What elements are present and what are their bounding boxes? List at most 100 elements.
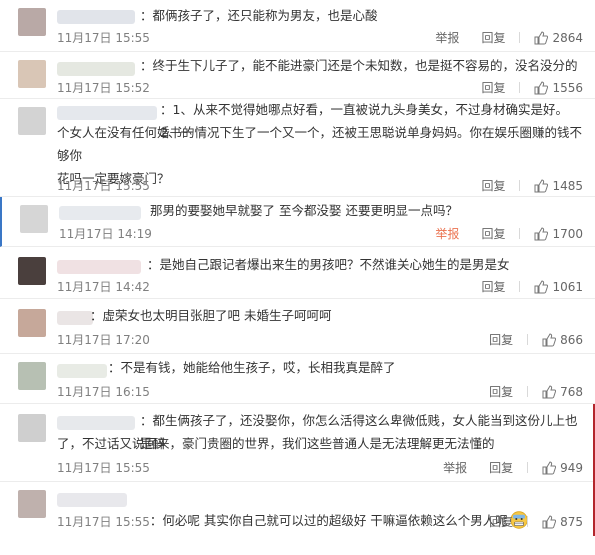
avatar[interactable] [18, 8, 46, 36]
comment-item: ：都生俩孩子了，还没娶你，你怎么活得这么卑微低贱，女人能当到这份儿上也是醉 了，… [0, 404, 595, 482]
username-blurred[interactable] [57, 260, 141, 274]
reply-link[interactable]: 回复 [481, 225, 505, 242]
like-button[interactable]: 768 [542, 385, 583, 399]
username-blurred[interactable] [57, 364, 107, 378]
comment-actions: 回复 1061 [481, 278, 583, 295]
like-count: 949 [560, 460, 583, 475]
comment-text: ：都俩孩子了，还只能称为男友，也是心酸 [140, 8, 378, 23]
comment-text: ：不是有钱，她能给他生孩子，哎，长相我真是醉了 [108, 360, 396, 375]
comment-meta: 11月17日 15:55 举报 回复 2864 [57, 29, 583, 47]
reply-link[interactable]: 回复 [489, 459, 513, 476]
username-blurred[interactable] [57, 416, 135, 430]
comment-item: 那男的要娶她早就娶了 至今都没娶 还要更明显一点吗？ 11月17日 14:19 … [0, 197, 595, 247]
comment-item: ：终于生下儿子了，能不能进豪门还是个未知数，也是挺不容易的，没名没分的 11月1… [0, 52, 595, 99]
like-count: 1700 [552, 226, 583, 241]
comment-actions: 回复 875 [489, 513, 583, 530]
like-button[interactable]: 1061 [534, 280, 583, 294]
avatar[interactable] [18, 490, 46, 518]
comment-actions: 举报 回复 949 [443, 459, 583, 476]
divider [527, 462, 529, 473]
comment-time: 11月17日 14:42 [57, 280, 150, 294]
comment-item: ：都俩孩子了，还只能称为男友，也是心酸 11月17日 15:55 举报 回复 2… [0, 0, 595, 52]
like-button[interactable]: 1556 [534, 81, 583, 95]
comment-time: 11月17日 15:52 [57, 81, 150, 95]
comment-text: ：虚荣女也太明目张胆了吧 未婚生子呵呵呵 [90, 308, 332, 323]
thumbs-up-icon [534, 226, 549, 240]
avatar[interactable] [18, 414, 46, 442]
thumbs-up-icon [542, 332, 557, 346]
like-count: 2864 [552, 30, 583, 45]
comment-actions: 举报 回复 2864 [435, 29, 583, 46]
comment-time: 11月17日 17:20 [57, 333, 150, 347]
comment-meta: 11月17日 15:55 举报 回复 949 [57, 459, 583, 477]
username-blurred[interactable] [57, 10, 135, 24]
reply-link[interactable]: 回复 [481, 79, 505, 96]
divider [519, 228, 521, 239]
avatar[interactable] [20, 205, 48, 233]
comment-meta: 11月17日 15:55 回复 875 [57, 513, 583, 531]
comment-item: ：1、从来不觉得她哪点好看，一直被说九头身美女，不过身材确实是好。2、一 个女人… [0, 99, 595, 197]
comment-meta: 11月17日 15:52 回复 1556 [57, 79, 583, 97]
thumbs-up-icon [534, 30, 549, 44]
avatar[interactable] [18, 107, 46, 135]
comment-meta: 11月17日 17:20 回复 866 [57, 331, 583, 349]
report-link[interactable]: 举报 [443, 459, 467, 476]
thumbs-up-icon [542, 384, 557, 398]
comment-text: ：是她自己跟记者爆出来生的男孩吧？不然谁关心她生的是男是女 [147, 257, 510, 272]
divider [519, 32, 521, 43]
report-link[interactable]: 举报 [435, 225, 459, 242]
comment-time: 11月17日 15:55 [57, 461, 150, 475]
like-count: 866 [560, 332, 583, 347]
comment-item: ：是她自己跟记者爆出来生的男孩吧？不然谁关心她生的是男是女 11月17日 14:… [0, 247, 595, 299]
comment-text: ：终于生下儿子了，能不能进豪门还是个未知数，也是挺不容易的，没名没分的 [140, 58, 578, 73]
thumbs-up-icon [534, 178, 549, 192]
like-button[interactable]: 949 [542, 461, 583, 475]
reply-link[interactable]: 回复 [481, 278, 505, 295]
divider [527, 516, 529, 527]
divider [519, 82, 521, 93]
avatar[interactable] [18, 309, 46, 337]
comment-meta: 11月17日 16:15 回复 768 [57, 383, 583, 401]
like-button[interactable]: 1485 [534, 179, 583, 193]
like-button[interactable]: 866 [542, 333, 583, 347]
username-blurred[interactable] [59, 206, 141, 220]
comment-actions: 举报 回复 1700 [435, 225, 583, 242]
like-button[interactable]: 2864 [534, 31, 583, 45]
thumbs-up-icon [542, 514, 557, 528]
divider [527, 334, 529, 345]
like-button[interactable]: 1700 [534, 227, 583, 241]
comment-actions: 回复 1485 [481, 177, 583, 194]
reply-link[interactable]: 回复 [489, 383, 513, 400]
comment-time: 11月17日 16:15 [57, 385, 150, 399]
avatar[interactable] [18, 60, 46, 88]
comment-meta: 11月17日 14:42 回复 1061 [57, 278, 583, 296]
comment-actions: 回复 768 [489, 383, 583, 400]
comment-actions: 回复 866 [489, 331, 583, 348]
thumbs-up-icon [542, 460, 557, 474]
comment-text-continued: 了，不过话又说回来，豪门贵圈的世界，我们这些普通人是无法理解更无法懂的 [57, 436, 495, 451]
like-count: 768 [560, 384, 583, 399]
comment-item: ：不是有钱，她能给他生孩子，哎，长相我真是醉了 11月17日 16:15 回复 … [0, 354, 595, 404]
divider [527, 386, 529, 397]
username-blurred[interactable] [57, 311, 93, 325]
avatar[interactable] [18, 362, 46, 390]
like-button[interactable]: 875 [542, 515, 583, 529]
avatar[interactable] [18, 257, 46, 285]
comment-time: 11月17日 14:19 [59, 227, 152, 241]
divider [519, 180, 521, 191]
comment-time: 11月17日 15:55 [57, 179, 150, 193]
like-count: 1556 [552, 80, 583, 95]
reply-link[interactable]: 回复 [489, 513, 513, 530]
reply-link[interactable]: 回复 [489, 331, 513, 348]
like-count: 1061 [552, 279, 583, 294]
divider [519, 281, 521, 292]
username-blurred[interactable] [57, 62, 135, 76]
username-blurred[interactable] [57, 106, 157, 120]
username-blurred[interactable] [57, 493, 127, 507]
reply-link[interactable]: 回复 [481, 29, 505, 46]
report-link[interactable]: 举报 [435, 29, 459, 46]
comment-meta: 11月17日 15:55 回复 1485 [57, 177, 583, 195]
comment-item: ：虚荣女也太明目张胆了吧 未婚生子呵呵呵 11月17日 17:20 回复 866 [0, 299, 595, 354]
thumbs-up-icon [534, 80, 549, 94]
reply-link[interactable]: 回复 [481, 177, 505, 194]
